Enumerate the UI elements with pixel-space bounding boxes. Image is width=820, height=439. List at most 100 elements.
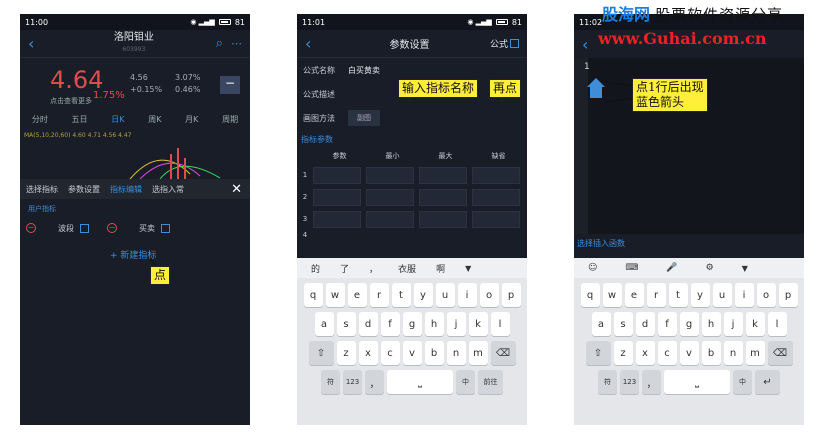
chevron-down-icon[interactable]: ▼: [742, 264, 748, 273]
insert-function-button[interactable]: 选择插入函数: [577, 238, 625, 249]
candidate[interactable]: 的: [311, 262, 320, 275]
lang-key[interactable]: 中: [733, 370, 752, 394]
backspace-key[interactable]: ⌫: [490, 341, 516, 365]
key-c[interactable]: c: [380, 341, 400, 365]
comma-key[interactable]: ，: [642, 370, 661, 394]
key-d[interactable]: d: [635, 312, 655, 336]
menu-param-settings[interactable]: 参数设置: [68, 184, 100, 195]
shift-key[interactable]: ⇧: [585, 341, 611, 365]
key-x[interactable]: x: [358, 341, 378, 365]
key-l[interactable]: l: [490, 312, 510, 336]
key-i[interactable]: i: [734, 283, 754, 307]
key-g[interactable]: g: [402, 312, 422, 336]
key-v[interactable]: v: [402, 341, 422, 365]
tab-month-k[interactable]: 月K: [185, 114, 198, 130]
key-b[interactable]: b: [701, 341, 721, 365]
edit-icon[interactable]: [80, 223, 89, 233]
key-v[interactable]: v: [679, 341, 699, 365]
key-m[interactable]: m: [745, 341, 765, 365]
key-z[interactable]: z: [336, 341, 356, 365]
backspace-key[interactable]: ⌫: [767, 341, 793, 365]
key-e[interactable]: e: [347, 283, 367, 307]
close-icon[interactable]: ✕: [231, 182, 242, 197]
candidate[interactable]: 了: [340, 262, 349, 275]
menu-select-indicator[interactable]: 选择指标: [26, 184, 58, 195]
key-s[interactable]: s: [336, 312, 356, 336]
key-m[interactable]: m: [468, 341, 488, 365]
tab-week-k[interactable]: 周K: [148, 114, 161, 130]
search-icon[interactable]: ⌕: [216, 36, 223, 51]
key-u[interactable]: u: [435, 283, 455, 307]
key-t[interactable]: t: [391, 283, 411, 307]
more-icon[interactable]: ⋯: [231, 37, 242, 50]
keyboard-icon[interactable]: ⌨: [625, 263, 638, 273]
enter-key[interactable]: ↵: [755, 370, 780, 394]
key-j[interactable]: j: [446, 312, 466, 336]
lang-key[interactable]: 中: [456, 370, 475, 394]
key-e[interactable]: e: [624, 283, 644, 307]
mic-icon[interactable]: 🎤: [666, 263, 677, 273]
key-i[interactable]: i: [457, 283, 477, 307]
key-z[interactable]: z: [613, 341, 633, 365]
collapse-button[interactable]: −: [220, 76, 240, 94]
space-key[interactable]: ⎵: [387, 370, 453, 394]
emoji-icon[interactable]: ☺: [588, 263, 597, 273]
key-w[interactable]: w: [325, 283, 345, 307]
candidate[interactable]: 衣服: [398, 262, 416, 275]
tab-minute[interactable]: 分时: [32, 114, 48, 130]
key-h[interactable]: h: [701, 312, 721, 336]
key-k[interactable]: k: [468, 312, 488, 336]
gear-icon[interactable]: ⚙: [706, 263, 714, 273]
chevron-down-icon[interactable]: ▼: [465, 264, 471, 273]
key-h[interactable]: h: [424, 312, 444, 336]
back-icon[interactable]: ‹: [305, 34, 329, 53]
menu-indicator-edit[interactable]: 指标编辑: [110, 184, 142, 195]
key-u[interactable]: u: [712, 283, 732, 307]
edit-formula-icon[interactable]: [510, 39, 519, 48]
key-r[interactable]: r: [369, 283, 389, 307]
key-d[interactable]: d: [358, 312, 378, 336]
key-t[interactable]: t: [668, 283, 688, 307]
candidate[interactable]: ，: [369, 262, 378, 275]
key-s[interactable]: s: [613, 312, 633, 336]
key-c[interactable]: c: [657, 341, 677, 365]
delete-icon[interactable]: −: [26, 223, 36, 233]
key-y[interactable]: y: [690, 283, 710, 307]
key-w[interactable]: w: [602, 283, 622, 307]
candidate[interactable]: 啊: [436, 262, 445, 275]
number-key[interactable]: 123: [343, 370, 362, 394]
key-q[interactable]: q: [303, 283, 323, 307]
number-key[interactable]: 123: [620, 370, 639, 394]
key-n[interactable]: n: [446, 341, 466, 365]
tab-five-day[interactable]: 五日: [72, 114, 88, 130]
detail-link[interactable]: 点击查看更多: [50, 96, 92, 106]
key-f[interactable]: f: [380, 312, 400, 336]
key-p[interactable]: p: [778, 283, 798, 307]
key-q[interactable]: q: [580, 283, 600, 307]
key-p[interactable]: p: [501, 283, 521, 307]
symbol-key[interactable]: 符: [321, 370, 340, 394]
key-x[interactable]: x: [635, 341, 655, 365]
key-n[interactable]: n: [723, 341, 743, 365]
shift-key[interactable]: ⇧: [308, 341, 334, 365]
key-l[interactable]: l: [767, 312, 787, 336]
symbol-key[interactable]: 符: [598, 370, 617, 394]
key-j[interactable]: j: [723, 312, 743, 336]
back-icon[interactable]: ‹: [28, 34, 52, 53]
key-f[interactable]: f: [657, 312, 677, 336]
key-o[interactable]: o: [479, 283, 499, 307]
key-o[interactable]: o: [756, 283, 776, 307]
draw-method-button[interactable]: 副图: [348, 110, 380, 126]
key-a[interactable]: a: [314, 312, 334, 336]
key-k[interactable]: k: [745, 312, 765, 336]
formula-name-input[interactable]: 白买黄卖: [348, 65, 380, 76]
menu-add-favorite[interactable]: 选指入常: [152, 184, 184, 195]
go-key[interactable]: 前往: [478, 370, 503, 394]
tab-day-k[interactable]: 日K: [111, 114, 124, 130]
comma-key[interactable]: ，: [365, 370, 384, 394]
space-key[interactable]: ⎵: [664, 370, 730, 394]
key-b[interactable]: b: [424, 341, 444, 365]
tab-period[interactable]: 周期: [222, 114, 238, 130]
edit-icon[interactable]: [161, 223, 170, 233]
key-g[interactable]: g: [679, 312, 699, 336]
